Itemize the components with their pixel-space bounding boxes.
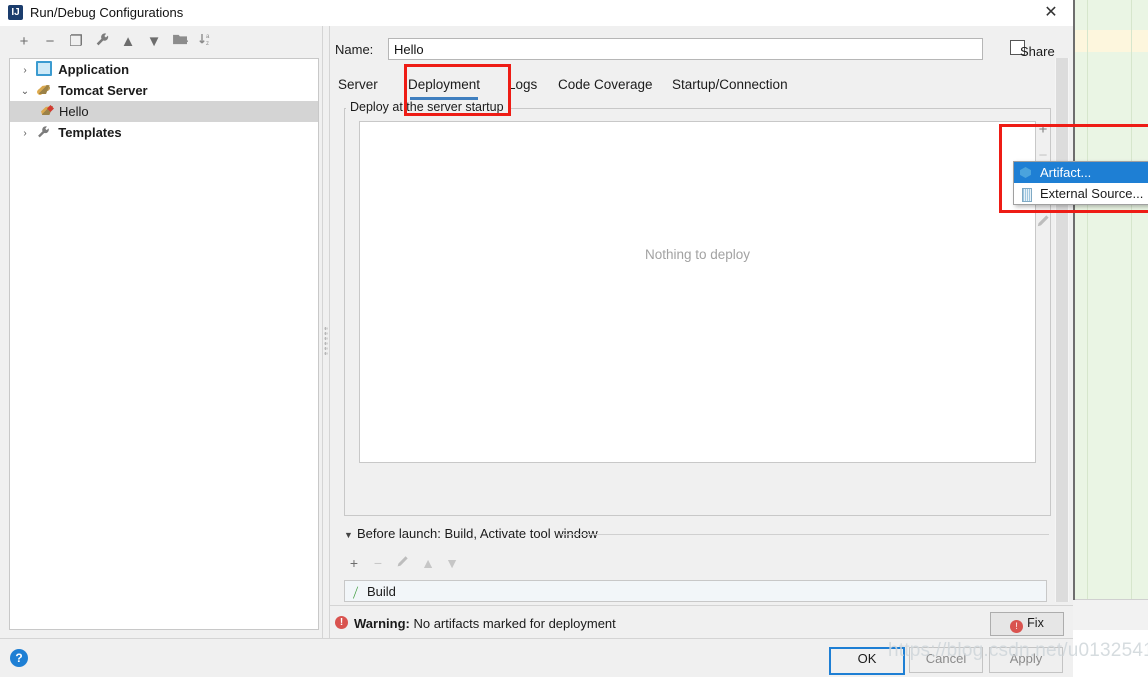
share-checkbox[interactable]: Share bbox=[1010, 40, 1055, 59]
deploy-group: Nothing to deploy + − ▼ bbox=[344, 108, 1051, 516]
section-divider bbox=[562, 534, 1049, 535]
name-input[interactable] bbox=[388, 38, 983, 60]
wrench-icon bbox=[36, 124, 52, 138]
menu-item-label: External Source... bbox=[1040, 186, 1144, 201]
edit-templates-wrench-icon[interactable] bbox=[92, 32, 112, 52]
ok-button[interactable]: OK bbox=[829, 647, 905, 675]
cancel-button[interactable]: Cancel bbox=[909, 647, 983, 673]
tomcat-run-icon bbox=[40, 104, 56, 118]
pencil-icon bbox=[397, 556, 408, 567]
splitter-grip[interactable] bbox=[324, 326, 328, 356]
fix-button[interactable]: ! Fix bbox=[990, 612, 1064, 636]
pencil-icon bbox=[1037, 215, 1049, 227]
edit-task-button[interactable] bbox=[392, 552, 412, 574]
task-label: Build bbox=[367, 584, 396, 599]
tree-item-label: Tomcat Server bbox=[58, 83, 148, 98]
configurations-toolbar: + − ❐ ▲ ▼ a z bbox=[0, 26, 325, 58]
remove-task-button[interactable]: − bbox=[368, 552, 388, 574]
deploy-group-title: Deploy at the server startup bbox=[346, 100, 508, 114]
dialog-bottom-bar: ? OK Cancel Apply bbox=[0, 638, 1073, 677]
menu-item-artifact[interactable]: Artifact... bbox=[1014, 162, 1148, 183]
tomcat-icon bbox=[35, 83, 52, 97]
panel-splitter[interactable] bbox=[322, 26, 330, 638]
sort-alphabetically-icon[interactable]: a z bbox=[196, 32, 216, 52]
add-configuration-button[interactable]: + bbox=[14, 32, 34, 52]
artifact-icon bbox=[1018, 166, 1034, 180]
tab-code-coverage[interactable]: Code Coverage bbox=[558, 72, 653, 100]
move-task-down-button[interactable]: ▼ bbox=[442, 552, 462, 574]
error-icon: ! bbox=[1010, 620, 1024, 633]
dialog-shadow-edge bbox=[1073, 0, 1075, 600]
share-label: Share bbox=[1020, 44, 1055, 59]
tab-deployment[interactable]: Deployment bbox=[408, 72, 480, 100]
background-editor bbox=[1073, 0, 1148, 676]
deployment-list[interactable]: Nothing to deploy bbox=[359, 121, 1036, 463]
tree-item-label: Application bbox=[58, 62, 130, 77]
chevron-right-icon[interactable]: › bbox=[18, 60, 32, 81]
edit-deployment-button[interactable] bbox=[1028, 211, 1058, 237]
name-label: Name: bbox=[335, 42, 374, 57]
empty-placeholder: Nothing to deploy bbox=[644, 247, 751, 262]
chevron-right-icon[interactable]: › bbox=[18, 123, 32, 144]
scrollbar-thumb[interactable] bbox=[1056, 58, 1068, 602]
name-row: Name: Share bbox=[330, 38, 1073, 62]
help-button[interactable]: ? bbox=[10, 649, 28, 667]
remove-configuration-button[interactable]: − bbox=[40, 32, 60, 52]
editor-bottom-strip-inner bbox=[1073, 630, 1148, 676]
folder-plus-icon bbox=[172, 34, 188, 45]
editor-guide-line bbox=[1087, 0, 1088, 676]
svg-text:z: z bbox=[206, 41, 209, 47]
chevron-down-icon[interactable]: ⌄ bbox=[18, 81, 32, 102]
add-task-button[interactable]: + bbox=[344, 552, 364, 574]
tab-logs[interactable]: Logs bbox=[508, 72, 537, 100]
move-up-button[interactable]: ▲ bbox=[118, 32, 138, 52]
apply-button[interactable]: Apply bbox=[989, 647, 1063, 673]
move-down-button[interactable]: ▼ bbox=[144, 32, 164, 52]
before-launch-header[interactable]: ▼ Before launch: Build, Activate tool win… bbox=[344, 526, 598, 541]
run-debug-configurations-dialog: IJ Run/Debug Configurations ✕ + − ❐ ▲ ▼ bbox=[0, 0, 1073, 677]
tab-server[interactable]: Server bbox=[338, 72, 378, 100]
menu-item-label: Artifact... bbox=[1040, 165, 1092, 180]
warning-bar: ! Warning: No artifacts marked for deplo… bbox=[330, 605, 1073, 639]
dialog-title: Run/Debug Configurations bbox=[30, 5, 184, 20]
menu-item-external-source[interactable]: External Source... bbox=[1014, 183, 1148, 204]
add-deployment-popup-menu: Artifact... External Source... bbox=[1013, 161, 1148, 205]
tree-item-label: Hello bbox=[59, 104, 89, 119]
editor-highlight-band bbox=[1073, 30, 1148, 52]
new-folder-icon[interactable] bbox=[170, 32, 190, 52]
tab-startup-connection[interactable]: Startup/Connection bbox=[672, 72, 788, 100]
wrench-icon bbox=[96, 33, 108, 46]
svg-text:a: a bbox=[206, 34, 210, 40]
tree-item-templates[interactable]: › Templates bbox=[10, 122, 318, 143]
warning-prefix: Warning: bbox=[354, 616, 410, 631]
configuration-editor-panel: Name: Share Server Deployment Logs Code … bbox=[330, 26, 1073, 638]
hammer-icon: ⟋ bbox=[348, 584, 363, 602]
application-icon bbox=[35, 61, 52, 76]
dialog-titlebar: IJ Run/Debug Configurations ✕ bbox=[0, 0, 1073, 26]
warning-text: Warning: No artifacts marked for deploym… bbox=[354, 616, 616, 631]
warning-message: No artifacts marked for deployment bbox=[413, 616, 616, 631]
add-deployment-button[interactable]: + bbox=[1028, 117, 1058, 143]
before-launch-task-build[interactable]: ⟋ Build bbox=[344, 580, 1047, 602]
tree-item-label: Templates bbox=[58, 125, 122, 140]
configurations-tree[interactable]: › Application ⌄ Tomcat Server Hello › Te… bbox=[9, 58, 319, 630]
tree-item-tomcat-server[interactable]: ⌄ Tomcat Server bbox=[10, 80, 318, 101]
configuration-tabs: Server Deployment Logs Code Coverage Sta… bbox=[330, 72, 1050, 100]
fix-label: Fix bbox=[1027, 616, 1044, 630]
chevron-down-icon[interactable]: ▼ bbox=[344, 530, 357, 540]
configurations-panel: + − ❐ ▲ ▼ a z › Application ⌄ Tomcat Ser… bbox=[0, 26, 325, 638]
editor-guide-line bbox=[1131, 0, 1132, 676]
move-task-up-button[interactable]: ▲ bbox=[418, 552, 438, 574]
tree-item-hello[interactable]: Hello bbox=[10, 101, 318, 122]
sort-az-icon: a z bbox=[199, 34, 210, 47]
external-source-icon bbox=[1018, 187, 1034, 202]
close-icon[interactable]: ✕ bbox=[1029, 0, 1073, 26]
intellij-idea-icon: IJ bbox=[8, 5, 23, 20]
tree-item-application[interactable]: › Application bbox=[10, 59, 318, 80]
error-icon: ! bbox=[335, 616, 348, 629]
editor-panel-scrollbar[interactable] bbox=[1055, 58, 1069, 602]
splitter-line bbox=[322, 26, 323, 638]
copy-configuration-button[interactable]: ❐ bbox=[66, 32, 86, 52]
